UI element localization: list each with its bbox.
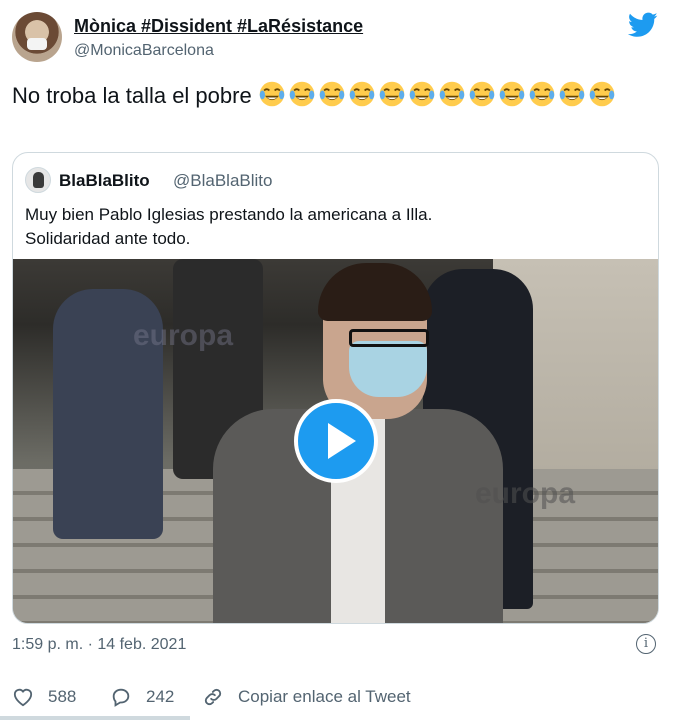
like-count: 588 <box>48 687 77 706</box>
play-button[interactable] <box>294 399 378 483</box>
reply-icon <box>112 688 130 707</box>
tweet-timestamp[interactable]: 1:59 p. m. · 14 feb. 2021 <box>12 636 186 654</box>
face-with-tears-of-joy-icon <box>439 81 465 107</box>
copy-link-button[interactable]: Copiar enlace al Tweet <box>202 684 411 710</box>
video-watermark: europa <box>133 319 234 352</box>
reply-count: 242 <box>146 687 175 706</box>
video-speaker-hair <box>318 263 432 321</box>
emoji-row <box>258 81 618 108</box>
quoted-tweet-text: Muy bien Pablo Iglesias prestando la ame… <box>25 205 433 248</box>
link-icon <box>204 688 222 706</box>
tweet-header: Mònica #Dissident #LaRésistance @MonicaB… <box>12 12 662 64</box>
face-with-tears-of-joy-icon <box>499 81 525 107</box>
video-player[interactable]: europa europa <box>13 259 658 623</box>
video-watermark: europa <box>475 477 576 510</box>
face-with-tears-of-joy-icon <box>379 81 405 107</box>
face-with-tears-of-joy-icon <box>319 81 345 107</box>
face-with-tears-of-joy-icon <box>589 81 615 107</box>
play-icon <box>328 423 356 459</box>
tweet-text-content: No troba la talla el pobre <box>12 83 252 108</box>
video-speaker-mask <box>349 341 427 397</box>
face-with-tears-of-joy-icon <box>259 81 285 107</box>
video-speaker-glasses <box>349 329 429 347</box>
like-button[interactable]: 588 <box>12 684 76 710</box>
info-icon[interactable]: i <box>636 634 656 654</box>
face-with-tears-of-joy-icon <box>529 81 555 107</box>
tweet-text: No troba la talla el pobre <box>12 80 662 111</box>
face-with-tears-of-joy-icon <box>559 81 585 107</box>
heart-icon <box>13 688 33 707</box>
scrollbar[interactable] <box>0 716 190 720</box>
quoted-tweet[interactable]: BlaBlaBlito @BlaBlaBlito Muy bien Pablo … <box>12 152 659 624</box>
reply-button[interactable]: 242 <box>110 684 174 710</box>
twitter-bird-icon[interactable] <box>628 12 658 38</box>
quoted-author-name: BlaBlaBlito <box>59 171 150 190</box>
face-with-tears-of-joy-icon <box>289 81 315 107</box>
face-with-tears-of-joy-icon <box>349 81 375 107</box>
quoted-author-handle: @BlaBlaBlito <box>173 171 273 190</box>
face-with-tears-of-joy-icon <box>409 81 435 107</box>
copy-link-label: Copiar enlace al Tweet <box>238 687 411 706</box>
avatar[interactable] <box>12 12 62 62</box>
action-bar: 588 242 Copiar enlace al Tweet <box>12 684 662 710</box>
quoted-avatar[interactable] <box>25 167 51 193</box>
author-handle[interactable]: @MonicaBarcelona <box>74 42 214 60</box>
author-name[interactable]: Mònica #Dissident #LaRésistance <box>74 16 363 37</box>
face-with-tears-of-joy-icon <box>469 81 495 107</box>
